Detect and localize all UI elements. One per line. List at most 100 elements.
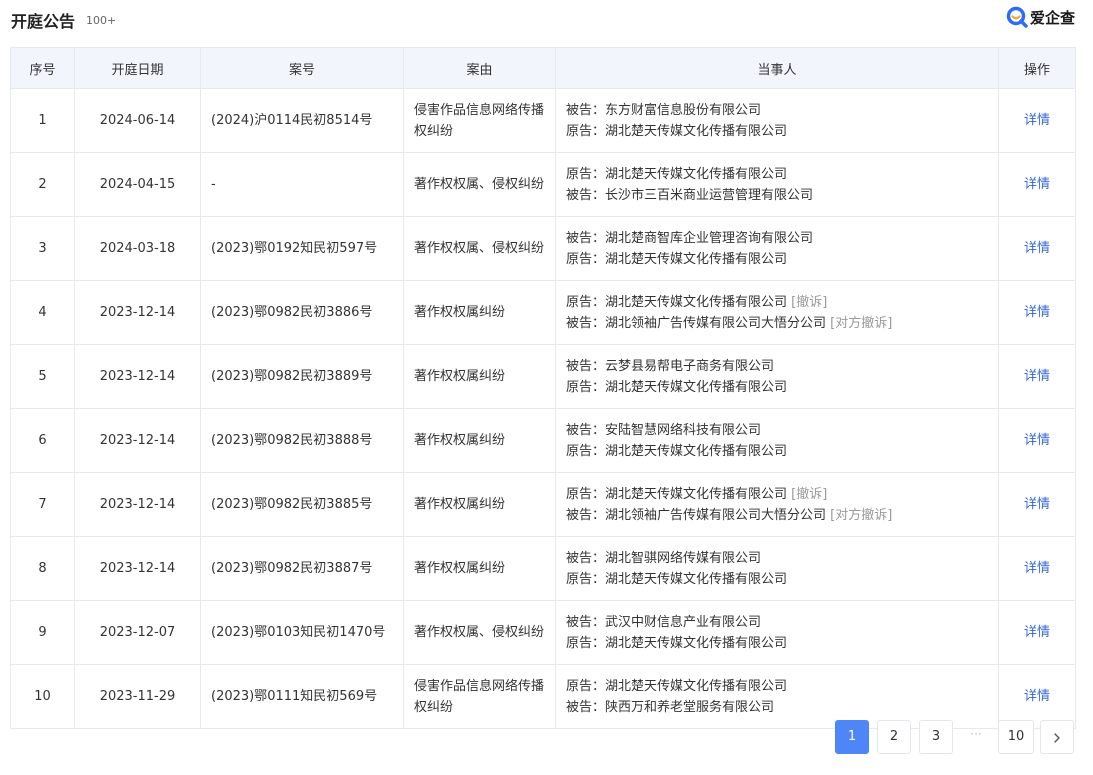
action-cell: 详情 [998,600,1076,665]
party-name[interactable]: 被告：湖北智骐网络传媒有限公司 [566,551,761,566]
case-cause: 著作权权属、侵权纠纷 [403,600,556,665]
table-row: 2 2024-04-15- 著作权权属、侵权纠纷 原告：湖北楚天传媒文化传播有限公司 … [10,152,1076,217]
party-line: 被告：安陆智慧网络科技有限公司 [566,420,997,441]
case-cause: 著作权权属纠纷 [403,280,556,345]
table-row: 6 2023-12-14 (2023)鄂0982民初3888号 著作权权属纠纷 被告：安… [10,408,1076,473]
party-name[interactable]: 被告：湖北楚商智库企业管理咨询有限公司 [566,231,813,246]
case-cause: 侵害作品信息网络传播权纠纷 [403,88,556,153]
action-cell: 详情 [998,344,1076,409]
party-line: 原告：湖北楚天传媒文化传播有限公司 [撤诉] [566,484,997,505]
party-name[interactable]: 原告：湖北楚天传媒文化传播有限公司 [566,167,787,182]
party-line: 被告：云梦县易帮电子商务有限公司 [566,356,997,377]
case-number: (2023)鄂0982民初3888号 [200,408,404,473]
detail-link[interactable]: 详情 [1024,241,1050,256]
table-row: 10 2023-11-29 (2023)鄂0111知民初569号 侵害作品信息网络传播… [10,664,1076,729]
parties-cell: 被告：湖北楚商智库企业管理咨询有限公司 原告：湖北楚天传媒文化传播有限公司 [555,216,999,281]
party-name[interactable]: 原告：湖北楚天传媒文化传播有限公司 [566,252,787,267]
row-index: 8 [10,536,75,601]
case-number: (2023)鄂0103知民初1470号 [200,600,404,665]
detail-link[interactable]: 详情 [1024,561,1050,576]
parties-cell: 被告：安陆智慧网络科技有限公司 原告：湖北楚天传媒文化传播有限公司 [555,408,999,473]
hearing-date: 2023-12-14 [74,280,201,345]
party-name[interactable]: 原告：湖北楚天传媒文化传播有限公司 [566,487,787,502]
case-number: (2023)鄂0111知民初569号 [200,664,404,729]
detail-link[interactable]: 详情 [1024,305,1050,320]
row-index: 7 [10,472,75,537]
party-name[interactable]: 原告：湖北楚天传媒文化传播有限公司 [566,295,787,310]
page-button-1[interactable]: 1 [835,720,869,754]
table-row: 7 2023-12-14 (2023)鄂0982民初3885号 著作权权属纠纷 原告：湖… [10,472,1076,537]
party-line: 被告：东方财富信息股份有限公司 [566,100,997,121]
party-line: 原告：湖北楚天传媒文化传播有限公司 [撤诉] [566,292,997,313]
action-cell: 详情 [998,88,1076,153]
detail-link[interactable]: 详情 [1024,689,1050,704]
party-name[interactable]: 原告：湖北楚天传媒文化传播有限公司 [566,444,787,459]
case-cause: 著作权权属、侵权纠纷 [403,152,556,217]
case-number: (2023)鄂0982民初3886号 [200,280,404,345]
party-name[interactable]: 原告：湖北楚天传媒文化传播有限公司 [566,124,787,139]
party-line: 被告：陕西万和养老堂服务有限公司 [566,697,997,718]
detail-link[interactable]: 详情 [1024,497,1050,512]
page-button-2[interactable]: 2 [877,720,911,754]
page-ellipsis: ··· [970,727,982,741]
party-line: 原告：湖北楚天传媒文化传播有限公司 [566,164,997,185]
case-number: (2023)鄂0982民初3887号 [200,536,404,601]
detail-link[interactable]: 详情 [1024,113,1050,128]
table-header-row: 序号 开庭日期 案号 案由 当事人 操作 [10,47,1076,89]
case-number: - [200,152,404,217]
page-button-3[interactable]: 3 [919,720,953,754]
parties-cell: 被告：武汉中财信息产业有限公司 原告：湖北楚天传媒文化传播有限公司 [555,600,999,665]
aiqicha-logo[interactable]: 爱企查 [1006,6,1075,28]
logo-icon [1006,6,1028,28]
next-page-button[interactable] [1040,720,1074,754]
column-header-parties: 当事人 [555,47,999,89]
party-status-tag: [撤诉] [791,294,828,310]
hearing-date: 2023-11-29 [74,664,201,729]
party-line: 被告：长沙市三百米商业运营管理有限公司 [566,185,997,206]
party-status-tag: [撤诉] [791,486,828,502]
party-name[interactable]: 原告：湖北楚天传媒文化传播有限公司 [566,636,787,651]
detail-link[interactable]: 详情 [1024,369,1050,384]
hearing-date: 2023-12-14 [74,472,201,537]
party-line: 被告：湖北楚商智库企业管理咨询有限公司 [566,228,997,249]
detail-link[interactable]: 详情 [1024,177,1050,192]
hearing-date: 2024-04-15 [74,152,201,217]
party-name[interactable]: 被告：云梦县易帮电子商务有限公司 [566,359,774,374]
party-status-tag: [对方撤诉] [830,315,893,331]
logo-text: 爱企查 [1029,8,1075,27]
row-index: 10 [10,664,75,729]
column-header-cause: 案由 [403,47,556,89]
party-name[interactable]: 原告：湖北楚天传媒文化传播有限公司 [566,572,787,587]
hearing-date: 2023-12-14 [74,344,201,409]
party-name[interactable]: 被告：湖北领袖广告传媒有限公司大悟分公司 [566,316,826,331]
case-cause: 著作权权属纠纷 [403,408,556,473]
table-body: 1 2024-06-14 (2024)沪0114民初8514号 侵害作品信息网络传播权… [10,88,1076,729]
hearing-date: 2023-12-14 [74,536,201,601]
party-name[interactable]: 原告：湖北楚天传媒文化传播有限公司 [566,380,787,395]
case-cause: 著作权权属纠纷 [403,536,556,601]
parties-cell: 被告：云梦县易帮电子商务有限公司 原告：湖北楚天传媒文化传播有限公司 [555,344,999,409]
row-index: 6 [10,408,75,473]
party-line: 原告：湖北楚天传媒文化传播有限公司 [566,377,997,398]
case-number: (2023)鄂0982民初3889号 [200,344,404,409]
table-row: 4 2023-12-14 (2023)鄂0982民初3886号 著作权权属纠纷 原告：湖… [10,280,1076,345]
page-button-last[interactable]: 10 [998,720,1034,754]
party-name[interactable]: 被告：东方财富信息股份有限公司 [566,103,761,118]
action-cell: 详情 [998,152,1076,217]
detail-link[interactable]: 详情 [1024,625,1050,640]
parties-cell: 原告：湖北楚天传媒文化传播有限公司 被告：长沙市三百米商业运营管理有限公司 [555,152,999,217]
case-cause: 著作权权属纠纷 [403,472,556,537]
party-name[interactable]: 原告：湖北楚天传媒文化传播有限公司 [566,679,787,694]
party-line: 原告：湖北楚天传媒文化传播有限公司 [566,121,997,142]
page-header: 开庭公告 100+ 爱企查 [0,0,1093,40]
party-line: 原告：湖北楚天传媒文化传播有限公司 [566,676,997,697]
party-name[interactable]: 被告：湖北领袖广告传媒有限公司大悟分公司 [566,508,826,523]
case-number: (2023)鄂0192知民初597号 [200,216,404,281]
row-index: 4 [10,280,75,345]
case-cause: 著作权权属、侵权纠纷 [403,216,556,281]
party-name[interactable]: 被告：陕西万和养老堂服务有限公司 [566,700,774,715]
party-name[interactable]: 被告：长沙市三百米商业运营管理有限公司 [566,188,813,203]
party-name[interactable]: 被告：安陆智慧网络科技有限公司 [566,423,761,438]
party-name[interactable]: 被告：武汉中财信息产业有限公司 [566,615,761,630]
detail-link[interactable]: 详情 [1024,433,1050,448]
